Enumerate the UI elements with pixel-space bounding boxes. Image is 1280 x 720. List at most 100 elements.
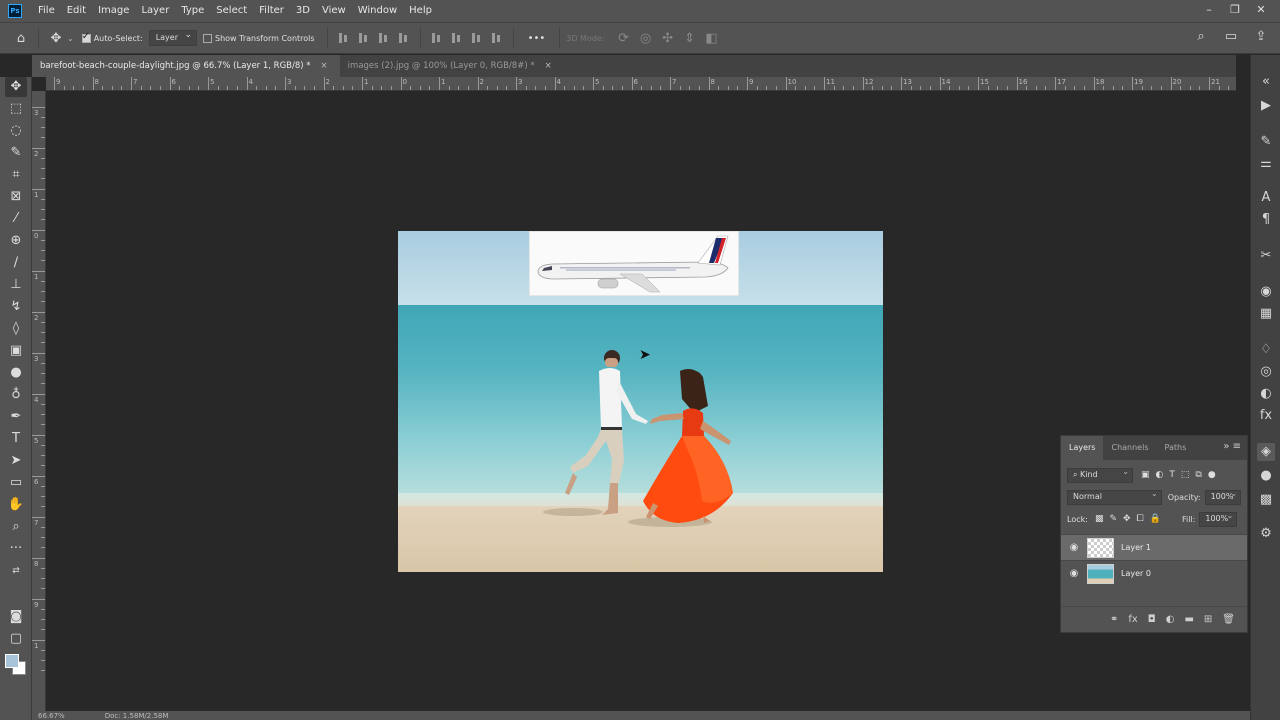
healing-brush-tool-icon[interactable]: ⊕	[5, 231, 27, 251]
pen-tool-icon[interactable]: ✒	[5, 407, 27, 427]
layer-row-layer-0[interactable]: ◉ Layer 0	[1061, 560, 1247, 586]
align-horizontal-centers-icon[interactable]	[357, 31, 371, 45]
blend-mode-dropdown[interactable]: Normal	[1067, 489, 1162, 505]
layer-style-icon[interactable]: fx	[1128, 614, 1137, 625]
align-right-edges-icon[interactable]	[377, 31, 391, 45]
frame-tool-icon[interactable]: ⊠	[5, 187, 27, 207]
menu-filter[interactable]: Filter	[253, 0, 290, 22]
eraser-tool-icon[interactable]: ◊	[5, 319, 27, 339]
home-icon[interactable]: ⌂	[10, 31, 32, 46]
menu-edit[interactable]: Edit	[61, 0, 92, 22]
vertical-ruler[interactable]: 3 2 1 0 1 2 3 4 5 6 7 8 9 1	[32, 91, 46, 711]
path-selection-tool-icon[interactable]: ➤	[5, 451, 27, 471]
menu-window[interactable]: Window	[352, 0, 403, 22]
menu-file[interactable]: File	[32, 0, 61, 22]
move-tool-icon[interactable]: ✥	[5, 77, 27, 97]
menu-type[interactable]: Type	[175, 0, 210, 22]
filter-type-icon[interactable]: T	[1169, 470, 1175, 480]
more-options-icon[interactable]: •••	[528, 33, 546, 44]
filter-kind-dropdown[interactable]: ⌕ Kind	[1067, 467, 1133, 483]
tab-channels[interactable]: Channels	[1103, 436, 1156, 460]
filter-adjustment-icon[interactable]: ◐	[1156, 470, 1164, 480]
delete-layer-icon[interactable]: 🗑	[1222, 614, 1235, 625]
marquee-tool-icon[interactable]: ⬚	[5, 99, 27, 119]
menu-select[interactable]: Select	[210, 0, 253, 22]
eyedropper-tool-icon[interactable]: ⁄	[5, 209, 27, 229]
auto-select-dropdown[interactable]: Layer	[148, 30, 197, 46]
filter-pixel-icon[interactable]: ▣	[1141, 470, 1150, 480]
align-top-edges-icon[interactable]	[430, 31, 444, 45]
tab-barefoot-beach[interactable]: barefoot-beach-couple-daylight.jpg @ 66.…	[32, 55, 340, 77]
gradient-tool-icon[interactable]: ▣	[5, 341, 27, 361]
menu-view[interactable]: View	[316, 0, 352, 22]
menu-layer[interactable]: Layer	[135, 0, 175, 22]
adjustment-layer-icon[interactable]: ◐	[1166, 614, 1175, 625]
brush-settings-icon[interactable]: ✎	[1257, 133, 1275, 151]
add-mask-icon[interactable]: ◘	[1148, 614, 1156, 625]
share-icon[interactable]: ⇪	[1250, 29, 1272, 44]
menu-help[interactable]: Help	[403, 0, 438, 22]
close-icon[interactable]: ×	[545, 55, 552, 77]
quick-select-tool-icon[interactable]: ✎	[5, 143, 27, 163]
show-transform-checkbox[interactable]	[203, 33, 212, 43]
libraries-icon[interactable]: ◎	[1257, 363, 1275, 381]
auto-select-checkbox[interactable]	[81, 31, 91, 43]
styles-icon[interactable]: fx	[1257, 407, 1275, 425]
brush-tool-icon[interactable]: ∕	[5, 253, 27, 273]
rectangle-tool-icon[interactable]: ▭	[5, 473, 27, 493]
distribute-vertical-icon[interactable]	[397, 31, 411, 45]
link-layers-icon[interactable]: ⚭	[1110, 614, 1118, 625]
lock-position-icon[interactable]: ✥	[1123, 514, 1131, 524]
history-brush-tool-icon[interactable]: ↯	[5, 297, 27, 317]
paragraph-icon[interactable]: ¶	[1257, 211, 1275, 229]
3d-roll-icon[interactable]: ◎	[635, 31, 657, 46]
channels-panel-icon[interactable]: ●	[1257, 467, 1275, 485]
swap-colors-icon[interactable]: ⇄	[5, 561, 27, 581]
filter-smart-object-icon[interactable]: ⧉	[1195, 470, 1201, 480]
document-canvas[interactable]	[398, 231, 883, 572]
color-icon[interactable]: ◐	[1257, 385, 1275, 403]
move-tool-icon[interactable]: ✥	[45, 31, 67, 46]
align-left-edges-icon[interactable]	[337, 31, 351, 45]
align-vertical-centers-icon[interactable]	[450, 31, 464, 45]
collapse-panels-icon[interactable]: «	[1257, 73, 1275, 91]
grid-icon[interactable]: ▦	[1257, 305, 1275, 323]
menu-3d[interactable]: 3D	[290, 0, 316, 22]
panel-menu-icon[interactable]: » ≡	[1223, 441, 1241, 452]
hand-tool-icon[interactable]: ✋	[5, 495, 27, 515]
layer-row-layer-1[interactable]: ◉ Layer 1	[1061, 534, 1247, 560]
learn-icon[interactable]: ♢	[1257, 341, 1275, 359]
airplane-image-layer[interactable]	[529, 231, 739, 296]
horizontal-ruler[interactable]: 9 8 7 6 5 4 3 2 1 0 1 2 3 4 5 6 7 8 9 10 11 12 13 14 15 16 17 18 19 2…	[46, 77, 1236, 91]
tab-layers[interactable]: Layers	[1061, 436, 1104, 460]
visibility-eye-icon[interactable]: ◉	[1067, 542, 1081, 553]
filter-toggle-icon[interactable]: ●	[1208, 470, 1216, 480]
3d-pan-icon[interactable]: ✣	[657, 31, 679, 46]
new-group-icon[interactable]: ▬	[1184, 614, 1193, 625]
3d-orbit-icon[interactable]: ⟳	[613, 31, 635, 46]
character-icon[interactable]: A	[1257, 189, 1275, 207]
opacity-input[interactable]: 100%	[1204, 489, 1241, 505]
foreground-color-swatch[interactable]	[5, 654, 19, 668]
screen-mode-icon[interactable]: ▢	[5, 629, 27, 649]
paths-panel-icon[interactable]: ▩	[1257, 491, 1275, 509]
minimize-icon[interactable]: –	[1196, 0, 1222, 20]
tab-paths[interactable]: Paths	[1157, 436, 1195, 460]
menu-image[interactable]: Image	[92, 0, 135, 22]
visibility-eye-icon[interactable]: ◉	[1067, 568, 1081, 579]
lock-all-icon[interactable]: 🔒	[1150, 514, 1161, 524]
new-layer-icon[interactable]: ⊞	[1204, 614, 1212, 625]
lock-transparent-icon[interactable]: ▩	[1095, 514, 1104, 524]
properties-icon[interactable]: ⚙	[1257, 525, 1275, 543]
edit-toolbar-icon[interactable]: ···	[5, 539, 27, 559]
clone-stamp-tool-icon[interactable]: ⊥	[5, 275, 27, 295]
quick-mask-icon[interactable]: ◙	[5, 607, 27, 627]
blur-tool-icon[interactable]: ●	[5, 363, 27, 383]
adjustments-icon[interactable]: ⚌	[1257, 155, 1275, 173]
restore-icon[interactable]: ❐	[1222, 0, 1248, 20]
distribute-horizontal-icon[interactable]	[490, 31, 504, 45]
close-icon[interactable]: ✕	[1248, 0, 1274, 20]
fill-input[interactable]: 100%	[1199, 511, 1238, 527]
crop-tool-icon[interactable]: ⌗	[5, 165, 27, 185]
lock-artboard-icon[interactable]: ⧠	[1137, 514, 1144, 524]
